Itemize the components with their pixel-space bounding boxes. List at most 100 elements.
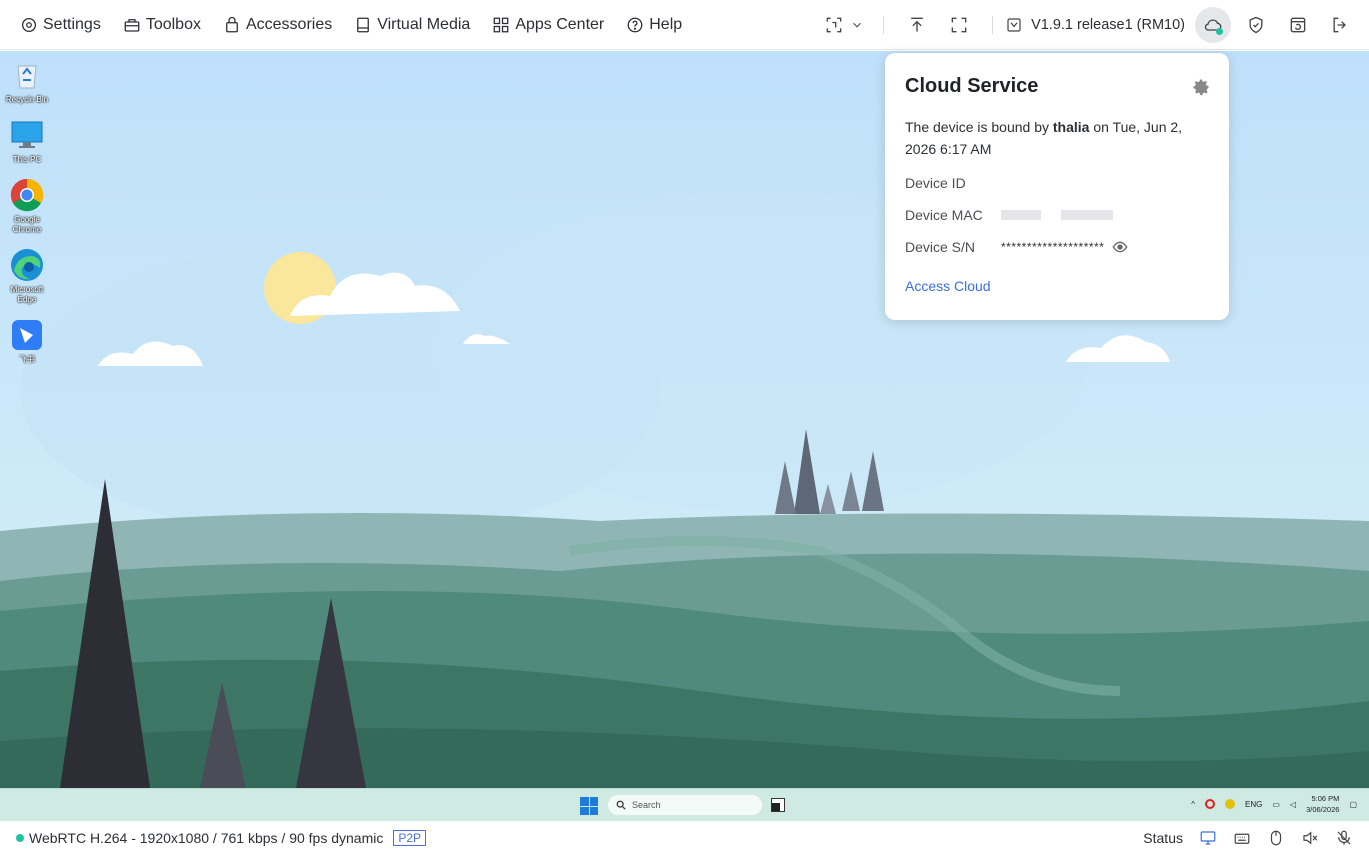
desktop-icon-label: 飞书 [19, 355, 35, 364]
menu-settings-label: Settings [43, 15, 101, 33]
security-button[interactable] [1239, 8, 1273, 42]
status-bar: WebRTC H.264 - 1920x1080 / 761 kbps / 90… [0, 822, 1369, 854]
popup-title: Cloud Service [905, 75, 1039, 97]
desktop-icon-label: Microsoft Edge [10, 285, 44, 304]
gear-icon[interactable] [1191, 77, 1211, 97]
desktop-icon-label: This PC [12, 155, 42, 164]
toolbar-divider [883, 16, 885, 34]
menu-toolbox-label: Toolbox [145, 15, 201, 33]
main-menu: Settings Toolbox Accessories Virtual Med… [0, 16, 704, 34]
right-toolbar: V1.9.1 release1 (RM10) [815, 0, 1369, 50]
windows-logo-tile [589, 797, 598, 806]
shield-check-icon [1249, 16, 1263, 34]
apps-grid-icon [493, 17, 509, 32]
menu-settings[interactable]: Settings [20, 16, 101, 34]
refresh-window-icon [1290, 17, 1306, 33]
status-actions: Status [1143, 822, 1353, 854]
firmware-icon [1007, 18, 1021, 32]
app-shortcut-icon [9, 317, 45, 353]
menu-virtual-media-label: Virtual Media [377, 15, 471, 33]
status-label[interactable]: Status [1143, 830, 1183, 846]
device-mac-label: Device MAC [905, 207, 983, 223]
windows-logo-tile [580, 806, 589, 815]
device-mac-redacted [1001, 210, 1041, 220]
windows-logo-tile [580, 797, 589, 806]
cloud-status-dot [1216, 28, 1223, 35]
drive-icon [357, 17, 370, 32]
keyboard-icon[interactable] [1233, 829, 1251, 847]
monitor-icon[interactable] [1199, 829, 1217, 847]
chrome-icon [9, 177, 45, 213]
edge-icon [9, 247, 45, 283]
desktop-icon-label: Google Chrome [12, 215, 42, 234]
connection-status-dot [16, 834, 24, 842]
menu-toolbox[interactable]: Toolbox [123, 16, 201, 34]
toolbox-icon [124, 18, 140, 32]
device-sn-label: Device S/N [905, 239, 976, 255]
bound-info: The device is bound by thalia on Tue, Ju… [905, 116, 1209, 160]
system-tray: ^ ENG ▭ ◁ 5:06 PM 3/06/2026 ▢ [1191, 793, 1357, 815]
taskbar-search-placeholder: Search [632, 800, 661, 810]
desktop-icon-edge[interactable]: Microsoft Edge [4, 247, 50, 305]
search-icon [616, 800, 626, 810]
device-id-label: Device ID [905, 175, 966, 191]
lock-bag-icon [226, 16, 238, 32]
desktop-icons: Recycle Bin This PC Google Chrome Micros… [4, 57, 50, 377]
version-info[interactable]: V1.9.1 release1 (RM10) [1005, 16, 1185, 34]
version-label: V1.9.1 release1 (RM10) [1031, 17, 1185, 33]
chevron-up-icon[interactable]: ^ [1191, 800, 1195, 809]
upload-icon [911, 17, 923, 32]
tray-app-icon[interactable] [1205, 799, 1215, 809]
menu-accessories-label: Accessories [245, 15, 333, 33]
desktop-icon-this-pc[interactable]: This PC [4, 117, 50, 165]
language-indicator[interactable]: ENG [1245, 800, 1262, 809]
cloud-service-popup: Cloud Service The device is bound by tha… [885, 53, 1229, 320]
microphone-muted-icon[interactable] [1335, 829, 1353, 847]
eye-icon[interactable] [1112, 239, 1128, 255]
menu-help-label: Help [649, 15, 683, 33]
windows-logo-tile [589, 806, 598, 815]
stream-info: WebRTC H.264 - 1920x1080 / 761 kbps / 90… [29, 830, 384, 846]
gear-icon [21, 17, 37, 32]
device-sn-row: Device S/N ******************** [905, 238, 1209, 256]
tray-app-icon[interactable] [1225, 799, 1235, 809]
windows-start-button[interactable] [580, 797, 598, 815]
menu-accessories[interactable]: Accessories [223, 16, 332, 34]
taskbar-search[interactable]: Search [607, 794, 763, 816]
fullscreen-icon [951, 17, 967, 33]
desktop-icon-feishu[interactable]: 飞书 [4, 317, 50, 365]
recycle-bin-icon [9, 57, 45, 93]
mouse-icon[interactable] [1267, 829, 1285, 847]
restart-button[interactable] [1281, 8, 1315, 42]
taskbar-clock[interactable]: 5:06 PM 3/06/2026 [1306, 793, 1339, 815]
top-toolbar: Settings Toolbox Accessories Virtual Med… [0, 0, 1369, 50]
upload-button[interactable] [900, 8, 934, 42]
speaker-muted-icon[interactable] [1301, 829, 1319, 847]
cloud-service-button[interactable] [1195, 7, 1231, 43]
screen-select-dropdown[interactable] [819, 8, 869, 42]
logout-button[interactable] [1323, 8, 1357, 42]
network-icon[interactable]: ▭ [1272, 800, 1280, 809]
chevron-down-icon [853, 22, 861, 28]
bound-prefix: The device is bound by [905, 119, 1053, 135]
desktop-icon-recycle-bin[interactable]: Recycle Bin [4, 57, 50, 105]
desktop-icon-chrome[interactable]: Google Chrome [4, 177, 50, 235]
windows-taskbar: Search ^ ENG ▭ ◁ 5:06 PM 3/06/2026 ▢ [0, 788, 1369, 821]
monitor-icon [9, 117, 45, 153]
taskbar-app-icon[interactable] [771, 798, 785, 812]
menu-virtual-media[interactable]: Virtual Media [354, 16, 470, 34]
bound-user: thalia [1052, 119, 1090, 135]
logout-icon [1333, 17, 1346, 33]
volume-icon[interactable]: ◁ [1290, 800, 1296, 809]
menu-apps-center[interactable]: Apps Center [492, 16, 604, 34]
p2p-badge: P2P [393, 830, 427, 846]
fullscreen-button[interactable] [942, 8, 976, 42]
device-id-row: Device ID [905, 174, 1209, 192]
help-circle-icon [627, 17, 643, 32]
device-mac-redacted [1061, 210, 1113, 220]
notification-icon[interactable]: ▢ [1349, 800, 1357, 809]
menu-help[interactable]: Help [626, 16, 682, 34]
toolbar-divider [992, 16, 994, 34]
access-cloud-link[interactable]: Access Cloud [905, 278, 991, 294]
desktop-icon-label: Recycle Bin [5, 95, 49, 104]
